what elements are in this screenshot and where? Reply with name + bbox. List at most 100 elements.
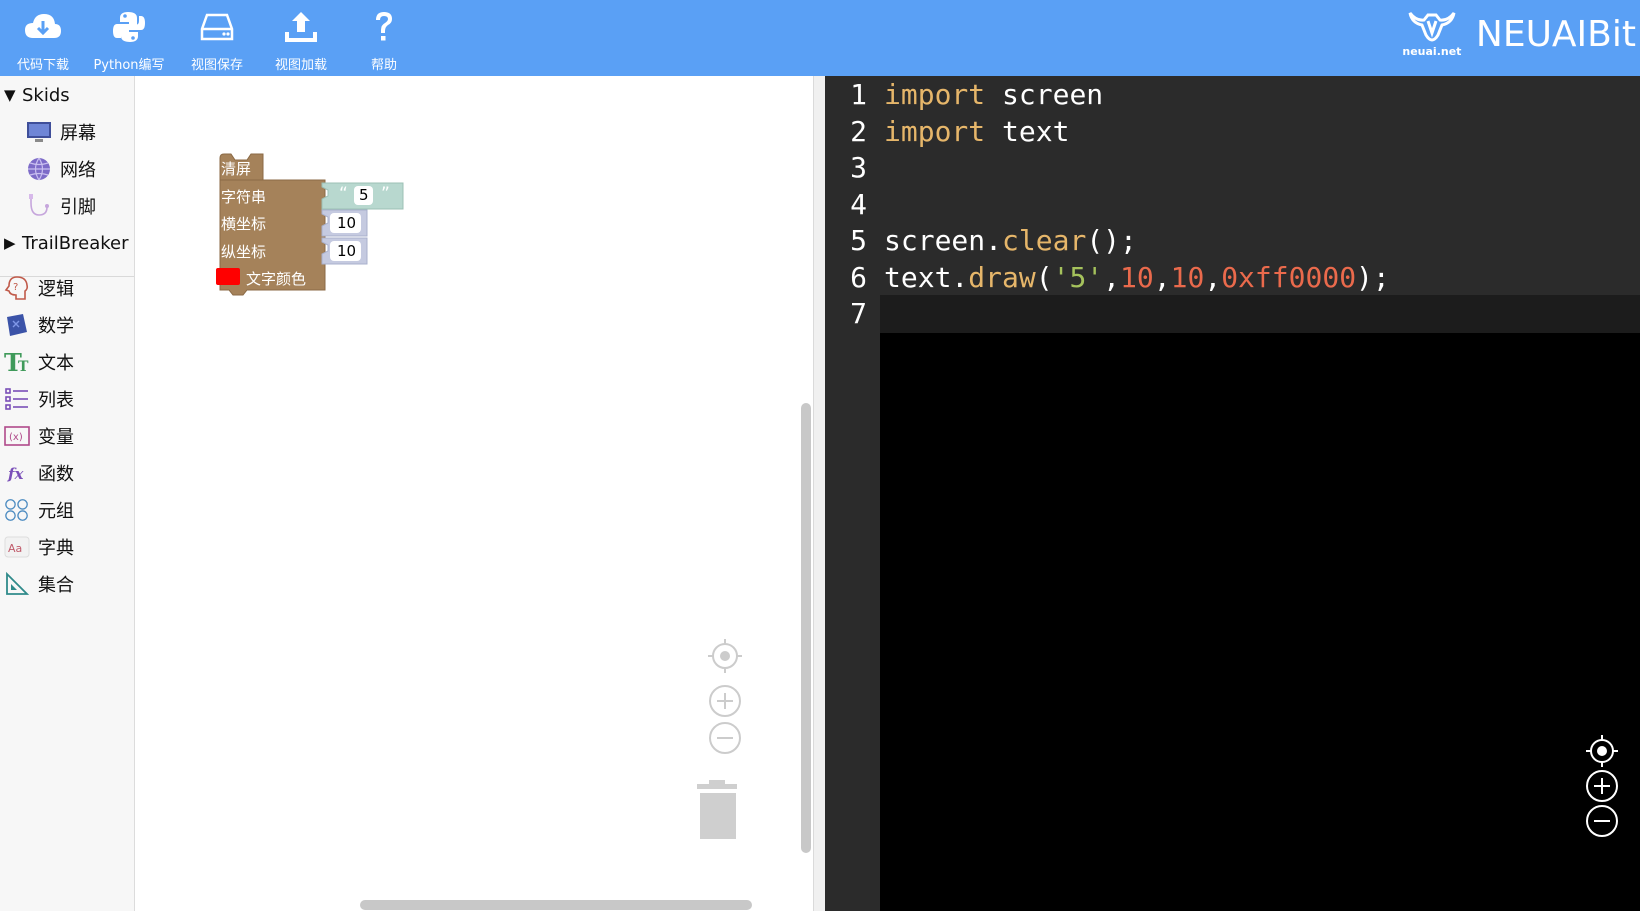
help-label: 帮助 (370, 58, 397, 73)
x-coordinate-value: 10 (337, 214, 357, 232)
toolbox-category-logic[interactable]: ? 逻辑 (4, 271, 138, 305)
text-icon: TT (4, 349, 30, 375)
toolbox-category-text[interactable]: TT 文本 (4, 345, 138, 379)
list-icon (4, 386, 30, 412)
recenter-icon[interactable] (708, 639, 742, 673)
tuple-icon (4, 497, 30, 523)
category-label: 函数 (38, 464, 74, 485)
code-line[interactable]: import text (880, 112, 1640, 151)
monitor-icon (26, 119, 52, 145)
help-icon (372, 8, 396, 46)
dictionary-icon: Aa (4, 534, 30, 560)
code-line[interactable] (880, 185, 1640, 224)
text-color-swatch[interactable] (216, 268, 240, 285)
toolbox-item-label: 网络 (60, 160, 96, 181)
code-line[interactable] (880, 149, 1640, 187)
globe-icon (26, 156, 52, 182)
code-line[interactable]: text.draw('5',10,10,0xff0000); (880, 258, 1640, 297)
code-token: 0xff0000 (1221, 260, 1357, 294)
code-token: screen (985, 78, 1104, 111)
toolbox-category-math[interactable]: 数学 (4, 308, 138, 342)
x-coordinate-label: 横坐标 (221, 215, 267, 233)
code-token: text. (884, 260, 969, 294)
zoom-out-icon[interactable] (709, 722, 741, 754)
code-line[interactable]: screen.clear(); (880, 222, 1640, 260)
python-edit-button[interactable]: Python编写 (86, 0, 172, 76)
variable-icon: (x) (4, 423, 30, 449)
clear-screen-label: 清屏 (221, 160, 252, 178)
code-token: , (1103, 260, 1121, 294)
toolbox-category-list[interactable]: 列表 (4, 382, 138, 416)
toolbox-category-dictionary[interactable]: Aa 字典 (4, 530, 138, 564)
code-line[interactable]: import screen (880, 76, 1640, 114)
blockly-workspace[interactable]: 清屏 字符串 “ 5 ” 横坐标 10 纵坐标 10 文字颜色 (135, 76, 813, 911)
svg-text:Aa: Aa (8, 542, 22, 555)
line-number: 1 (850, 78, 867, 111)
panel-splitter[interactable] (813, 76, 825, 911)
code-token: import (884, 78, 986, 111)
code-token: , (1153, 260, 1171, 294)
category-label: 数学 (38, 316, 74, 337)
code-token: clear (1002, 224, 1087, 257)
open-quote: “ (339, 184, 348, 204)
code-token: text (985, 114, 1070, 148)
line-number: 5 (850, 224, 867, 257)
view-load-label: 视图加载 (274, 58, 327, 73)
text-color-label: 文字颜色 (246, 270, 307, 288)
pin-cable-icon (26, 193, 52, 219)
python-icon (112, 8, 146, 46)
svg-text:(x): (x) (9, 432, 23, 443)
code-line[interactable] (880, 295, 1640, 333)
block-toolbox: ▼ Skids 屏幕 网络 引脚 ▶ TrailBreaker ? 逻辑 数学 (0, 76, 135, 911)
brand-small-text: neuai.net (1402, 44, 1462, 58)
python-edit-label: Python编写 (93, 58, 165, 73)
code-token: ( (1035, 260, 1053, 294)
toolbox-item-label: 引脚 (60, 197, 96, 218)
bull-logo-icon (1408, 11, 1456, 41)
set-icon (4, 571, 30, 597)
code-download-button[interactable]: 代码下载 (0, 0, 86, 76)
line-number: 6 (850, 260, 867, 294)
top-toolbar: 代码下载 Python编写 视图保存 视图加载 帮助 neuai.net NEU… (0, 0, 1640, 76)
code-token: (); (1086, 224, 1137, 257)
brand-name: NEUAIBit (1475, 13, 1636, 55)
hard-drive-icon (200, 8, 234, 46)
category-label: 文本 (38, 353, 74, 374)
svg-text:fx: fx (7, 465, 24, 483)
toolbox-group-label: Skids (22, 84, 70, 106)
category-label: 元组 (38, 501, 74, 522)
toolbox-group-label: TrailBreaker (22, 232, 129, 254)
workspace-horizontal-scrollbar[interactable] (360, 900, 752, 910)
code-token: , (1204, 260, 1222, 294)
code-token: ); (1356, 260, 1390, 294)
svg-text:?: ? (13, 282, 18, 293)
line-number: 7 (850, 297, 867, 330)
code-token: 10 (1170, 260, 1205, 294)
python-code-editor[interactable]: 1 import screen 2 import text 3 4 5 screen.clea… (825, 76, 1640, 911)
category-label: 字典 (38, 538, 74, 559)
category-label: 逻辑 (38, 279, 74, 300)
help-button[interactable]: 帮助 (341, 0, 427, 76)
toolbox-category-variable[interactable]: (x) 变量 (4, 419, 138, 453)
editor-zoom-in-icon[interactable] (1583, 769, 1621, 803)
y-coordinate-value: 10 (337, 242, 357, 260)
view-save-button[interactable]: 视图保存 (174, 0, 260, 76)
editor-zoom-out-icon[interactable] (1583, 804, 1621, 838)
workspace-vertical-scrollbar[interactable] (801, 403, 811, 853)
editor-recenter-icon[interactable] (1583, 734, 1621, 768)
neuai-logo-mark: neuai.net (1402, 11, 1462, 58)
toolbox-category-set[interactable]: 集合 (4, 567, 138, 601)
view-load-button[interactable]: 视图加载 (258, 0, 344, 76)
toolbox-category-tuple[interactable]: 元组 (4, 493, 138, 527)
category-label: 集合 (38, 575, 74, 596)
category-label: 列表 (38, 390, 74, 411)
toolbox-group-trailbreaker[interactable]: ▶ TrailBreaker (4, 226, 138, 260)
toolbox-category-function[interactable]: fx 函数 (4, 456, 138, 490)
toolbox-item-label: 屏幕 (60, 123, 96, 144)
trash-can-icon[interactable] (697, 780, 737, 839)
zoom-in-icon[interactable] (709, 685, 741, 717)
code-token: screen. (884, 224, 1003, 257)
string-value: 5 (359, 186, 369, 204)
toolbox-group-skids[interactable]: ▼ Skids (4, 78, 138, 112)
code-download-label: 代码下载 (16, 58, 69, 73)
